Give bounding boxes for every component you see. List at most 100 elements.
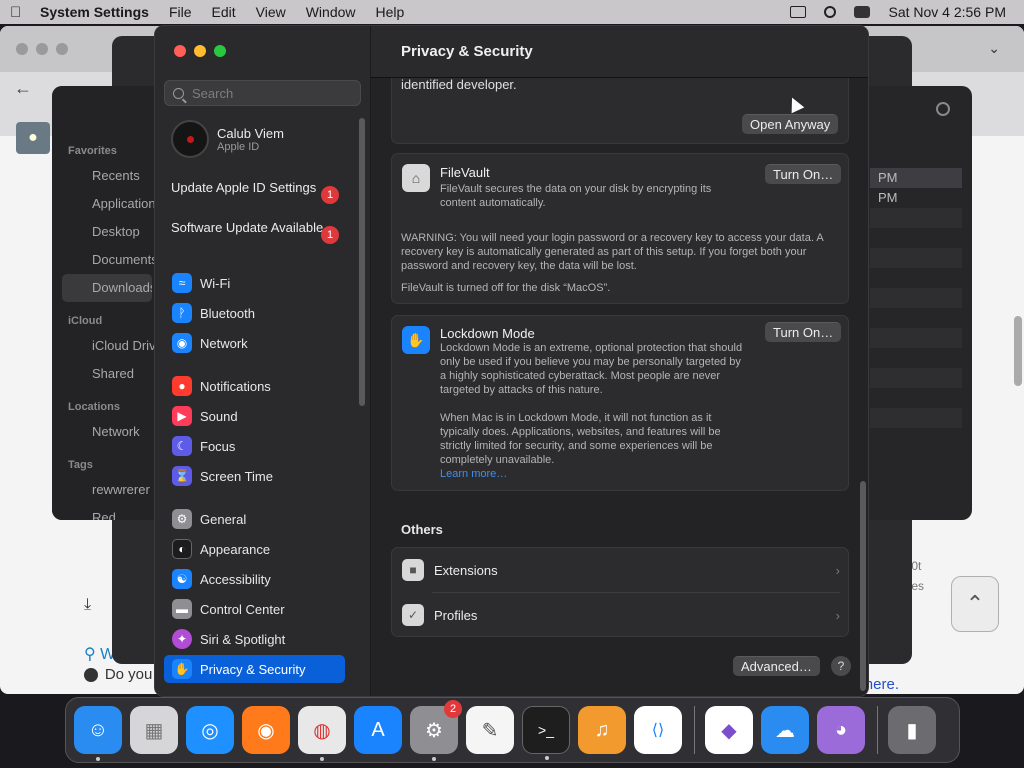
extensions-row[interactable]: ■ Extensions › <box>392 548 850 592</box>
sidebar-item-network[interactable]: ◉ Network <box>164 329 345 357</box>
finder-row[interactable] <box>870 368 962 388</box>
sidebar-item-screen-time[interactable]: ⌛ Screen Time <box>164 462 345 490</box>
help-button[interactable]: ? <box>831 656 851 676</box>
sidebar-item-appearance[interactable]: ◐ Appearance <box>164 535 345 563</box>
sidebar-item-siri-spotlight[interactable]: ✦ Siri & Spotlight <box>164 625 345 653</box>
menu-file[interactable]: File <box>169 4 192 20</box>
finder-row[interactable] <box>870 248 962 268</box>
menu-clock[interactable]: Sat Nov 4 2:56 PM <box>888 4 1006 20</box>
finder-search-icon[interactable] <box>936 102 950 116</box>
menu-edit[interactable]: Edit <box>212 4 236 20</box>
profiles-row[interactable]: ✓ Profiles › <box>392 593 850 637</box>
spotlight-search-icon[interactable] <box>824 6 837 18</box>
browser-link[interactable]: here. <box>865 676 899 693</box>
finder-row[interactable] <box>870 328 962 348</box>
chrome-app-icon[interactable]: ◍ <box>298 706 346 761</box>
notification-badge: 1 <box>321 226 339 244</box>
sidebar-item-control-center[interactable]: ▬ Control Center <box>164 595 345 623</box>
trash-icon[interactable]: ▮ <box>888 706 936 754</box>
safari-app-icon[interactable]: ◎ <box>186 706 234 754</box>
advanced-button[interactable]: Advanced… <box>733 656 820 676</box>
apple-id-account[interactable]: Calub Viem Apple ID <box>171 120 284 158</box>
sidebar-item-label: Privacy & Security <box>200 661 306 677</box>
browser-close-button[interactable] <box>16 43 28 55</box>
firefox-app-icon[interactable]: ◉ <box>242 706 290 754</box>
finder-item-network[interactable]: Network <box>52 418 162 446</box>
update-apple-id-settings[interactable]: Update Apple ID Settings <box>171 180 331 196</box>
finder-row[interactable] <box>870 268 962 288</box>
chevron-up-icon: ⌃ <box>965 591 985 616</box>
browser-footer-text: Do you <box>104 666 153 683</box>
menu-app-name[interactable]: System Settings <box>40 4 149 20</box>
back-arrow-icon[interactable]: ← <box>14 78 32 99</box>
sidebar-search-input[interactable]: Search <box>164 80 361 106</box>
chevron-down-icon[interactable]: ⌄ <box>988 40 1000 57</box>
vscode-app-icon[interactable]: ⟨⟩ <box>634 706 682 754</box>
finder-item-recents[interactable]: Recents <box>52 162 162 190</box>
gear-icon: ⚙ <box>172 509 192 529</box>
software-update-available[interactable]: Software Update Available <box>171 220 331 236</box>
finder-item-tag-1[interactable]: rewwrerer <box>52 476 162 504</box>
notification-badge: 2 <box>444 700 462 718</box>
sidebar-item-general[interactable]: ⚙ General <box>164 505 345 533</box>
textedit-app-icon[interactable]: ✎ <box>466 706 514 754</box>
finder-row[interactable] <box>870 208 962 228</box>
finder-row[interactable]: PM <box>870 168 962 188</box>
finder-row[interactable] <box>870 288 962 308</box>
browser-minimize-button[interactable] <box>36 43 48 55</box>
lockdown-description: Lockdown Mode is an extreme, optional pr… <box>440 342 743 396</box>
sidebar-item-wifi[interactable]: ≈ Wi-Fi <box>164 269 345 297</box>
zoom-button[interactable] <box>214 45 226 57</box>
finder-row[interactable] <box>870 388 962 408</box>
finder-item-documents[interactable]: Documents <box>52 246 162 274</box>
open-anyway-button[interactable]: Open Anyway <box>742 114 839 134</box>
scroll-to-top-button[interactable]: ⌃ <box>951 576 999 632</box>
finder-row[interactable] <box>870 228 962 248</box>
sidebar-item-label: Bluetooth <box>200 305 255 321</box>
menu-help[interactable]: Help <box>376 4 405 20</box>
screen-mirroring-icon[interactable] <box>790 6 807 18</box>
menu-window[interactable]: Window <box>306 4 356 20</box>
sidebar-item-focus[interactable]: ☾ Focus <box>164 432 345 460</box>
learn-more-link[interactable]: Learn more… <box>440 467 507 481</box>
finder-item-icloud-drive[interactable]: iCloud Drive <box>52 332 162 360</box>
finder-item-applications[interactable]: Applications <box>52 190 162 218</box>
terminal-app-icon[interactable]: >_ <box>522 706 570 760</box>
sidebar-item-accessibility[interactable]: ☯ Accessibility <box>164 565 345 593</box>
sidebar-item-label: Screen Time <box>200 468 273 484</box>
app-store-app-icon[interactable]: A <box>354 706 402 754</box>
browser-scrollbar[interactable] <box>1014 316 1022 386</box>
finder-file-list: PM PM <box>870 168 962 428</box>
minimize-button[interactable] <box>194 45 206 57</box>
sidebar-item-privacy-security[interactable]: ✋ Privacy & Security <box>164 655 345 683</box>
visual-studio-app-icon[interactable]: ◆ <box>705 706 753 754</box>
sidebar-scrollbar[interactable] <box>359 118 365 406</box>
launchpad-app-icon[interactable]: ▦ <box>130 706 178 754</box>
filevault-turn-on-button[interactable]: Turn On… <box>765 164 842 184</box>
finder-row[interactable] <box>870 408 962 428</box>
finder-app-icon[interactable]: ☺ <box>74 706 122 761</box>
lockdown-turn-on-button[interactable]: Turn On… <box>765 322 842 342</box>
finder-row[interactable] <box>870 348 962 368</box>
content-scrollbar[interactable] <box>860 481 866 691</box>
system-settings-app-icon[interactable]: ⚙ 2 <box>410 700 462 761</box>
garageband-app-icon[interactable]: ♫ <box>578 706 626 754</box>
sidebar-item-notifications[interactable]: ● Notifications <box>164 372 345 400</box>
disk-utility-app-icon[interactable]: ◕ <box>817 706 865 754</box>
browser-zoom-button[interactable] <box>56 43 68 55</box>
finder-item-tag-red[interactable]: Red <box>52 504 162 520</box>
close-button[interactable] <box>174 45 186 57</box>
menu-view[interactable]: View <box>256 4 286 20</box>
sidebar-item-bluetooth[interactable]: ᚹ Bluetooth <box>164 299 345 327</box>
security-card: identified developer. Open Anyway <box>391 78 849 144</box>
finder-row[interactable]: PM <box>870 188 962 208</box>
apple-menu-icon[interactable]:  <box>10 4 40 21</box>
weather-app-icon[interactable]: ☁ <box>761 706 809 754</box>
finder-row[interactable] <box>870 308 962 328</box>
control-center-icon[interactable] <box>854 6 871 18</box>
sidebar-item-sound[interactable]: ▶ Sound <box>164 402 345 430</box>
finder-item-desktop[interactable]: Desktop <box>52 218 162 246</box>
finder-item-shared[interactable]: Shared <box>52 360 162 388</box>
extensions-label: Extensions <box>434 562 498 578</box>
finder-item-downloads[interactable]: Downloads <box>62 274 152 302</box>
